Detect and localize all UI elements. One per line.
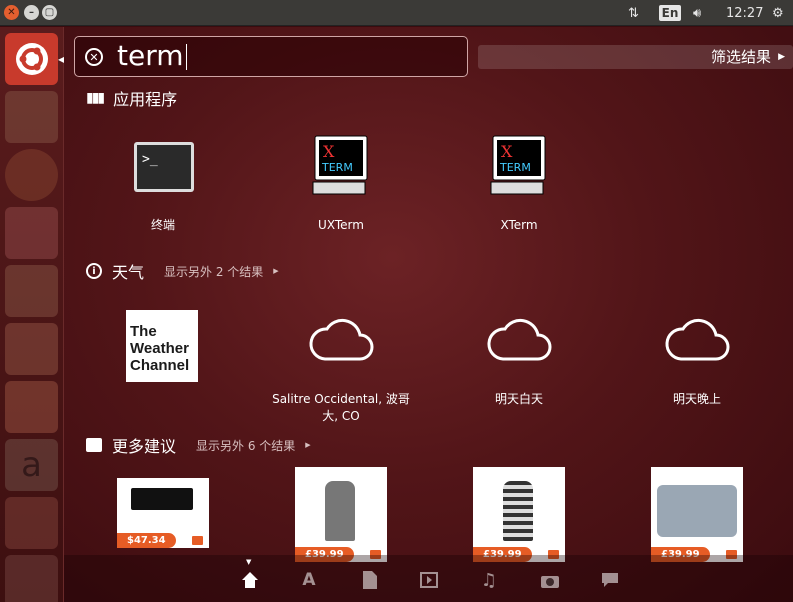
result-label: UXTerm	[318, 218, 364, 232]
network-transfer-icon[interactable]: ⇅	[628, 4, 639, 22]
product-image	[503, 481, 533, 541]
writer-icon[interactable]	[5, 207, 58, 259]
text-caret	[186, 44, 187, 70]
xterm-icon: X TERM	[490, 135, 546, 195]
lens-bar: ▼ A ♫	[64, 555, 793, 602]
music-lens-icon[interactable]: ♫	[479, 570, 499, 591]
cloud-icon	[309, 319, 374, 361]
active-lens-indicator: ▼	[246, 558, 252, 566]
impress-icon[interactable]	[5, 323, 58, 375]
applications-lens-icon[interactable]: A	[299, 570, 319, 590]
clear-search-icon[interactable]: ✕	[85, 48, 103, 66]
show-more-weather-link[interactable]: 显示另外 2 个结果	[164, 263, 263, 280]
product-card[interactable]: £39.99	[651, 467, 743, 562]
shopping-bag-icon	[192, 536, 203, 545]
result-label: XTerm	[500, 218, 538, 232]
result-weather-location[interactable]: Salitre Occidental, 波哥大, CO	[266, 307, 416, 427]
xterm-icon: X TERM	[312, 135, 368, 195]
result-weather-tomorrow-night[interactable]: 明天晚上	[622, 307, 772, 407]
close-button[interactable]: ✕	[4, 5, 19, 20]
apps-category-icon: ▮▮▮	[86, 90, 105, 106]
workspace-switcher-icon[interactable]	[5, 555, 58, 602]
dash-home-icon[interactable]	[5, 33, 58, 85]
search-field[interactable]: ✕ term	[74, 36, 468, 77]
search-input[interactable]: term	[117, 38, 184, 74]
shopping-bag-icon	[86, 438, 102, 452]
power-gear-icon[interactable]: ⚙	[772, 4, 784, 22]
files-lens-icon[interactable]	[360, 570, 380, 590]
show-more-suggestions-link[interactable]: 显示另外 6 个结果	[196, 437, 295, 454]
section-title: 更多建议	[112, 437, 177, 456]
dash: ✕ term 筛选结果 ▶ ▮▮▮ 应用程序 >_ 终端 X TERM UXTe…	[64, 27, 793, 602]
calc-icon[interactable]	[5, 265, 58, 317]
price-tag: $47.34	[117, 533, 176, 548]
chevron-right-icon: ▶	[305, 441, 311, 449]
minimize-button[interactable]: –	[24, 5, 39, 20]
amazon-icon[interactable]: a	[5, 439, 58, 491]
svg-text:X: X	[323, 142, 335, 161]
section-header-weather[interactable]: i 天气 显示另外 2 个结果 ▶	[86, 260, 279, 282]
top-panel: ✕ – ▢ ⇅ En 🔊︎ 12:27 ⚙	[0, 0, 793, 26]
settings-icon[interactable]	[5, 497, 58, 549]
product-image	[325, 481, 355, 541]
result-uxterm[interactable]: X TERM UXTerm	[266, 135, 416, 235]
info-icon: i	[86, 263, 102, 279]
terminal-icon: >_	[134, 142, 194, 192]
files-icon[interactable]	[5, 91, 58, 143]
svg-text:X: X	[501, 142, 513, 161]
clock[interactable]: 12:27	[726, 4, 763, 22]
firefox-icon[interactable]	[5, 149, 58, 201]
filter-results-button[interactable]: 筛选结果 ▶	[478, 45, 793, 69]
photos-lens-icon[interactable]	[540, 570, 560, 590]
result-label: 明天白天	[494, 392, 543, 406]
result-xterm[interactable]: X TERM XTerm	[444, 135, 594, 235]
home-lens-icon[interactable]	[240, 570, 260, 590]
cloud-icon	[665, 319, 730, 361]
result-label: 终端	[150, 218, 175, 232]
product-card[interactable]: £39.99	[473, 467, 565, 562]
software-center-icon[interactable]	[5, 381, 58, 433]
maximize-button[interactable]: ▢	[42, 5, 57, 20]
volume-icon[interactable]: 🔊︎	[693, 4, 701, 22]
weather-channel-logo: The Weather Channel	[126, 310, 198, 382]
product-card[interactable]: £39.99	[295, 467, 387, 562]
result-terminal[interactable]: >_ 终端	[88, 135, 238, 235]
section-header-apps: ▮▮▮ 应用程序	[86, 87, 177, 109]
svg-text:>_: >_	[142, 152, 158, 167]
section-title: 天气	[112, 263, 145, 282]
product-card[interactable]: $47.34	[117, 478, 209, 548]
filter-label: 筛选结果	[710, 48, 771, 66]
keyboard-layout-indicator[interactable]: En	[659, 5, 681, 21]
svg-text:TERM: TERM	[499, 161, 531, 174]
chevron-right-icon: ▶	[778, 52, 785, 62]
product-image	[131, 488, 193, 510]
svg-text:TERM: TERM	[321, 161, 353, 174]
section-header-suggestions[interactable]: 更多建议 显示另外 6 个结果 ▶	[86, 434, 311, 456]
result-weather-tomorrow-day[interactable]: 明天白天	[444, 307, 594, 407]
social-lens-icon[interactable]	[600, 570, 620, 590]
launcher: ◀ a	[0, 27, 64, 602]
result-weather-channel[interactable]: The Weather Channel	[88, 307, 238, 387]
video-lens-icon[interactable]	[419, 570, 439, 590]
result-label: Salitre Occidental, 波哥大, CO	[272, 392, 410, 423]
chevron-right-icon: ▶	[273, 267, 279, 275]
result-label: 明天晚上	[672, 392, 721, 406]
product-image	[657, 485, 737, 537]
cloud-icon	[487, 319, 552, 361]
section-title: 应用程序	[113, 90, 178, 109]
